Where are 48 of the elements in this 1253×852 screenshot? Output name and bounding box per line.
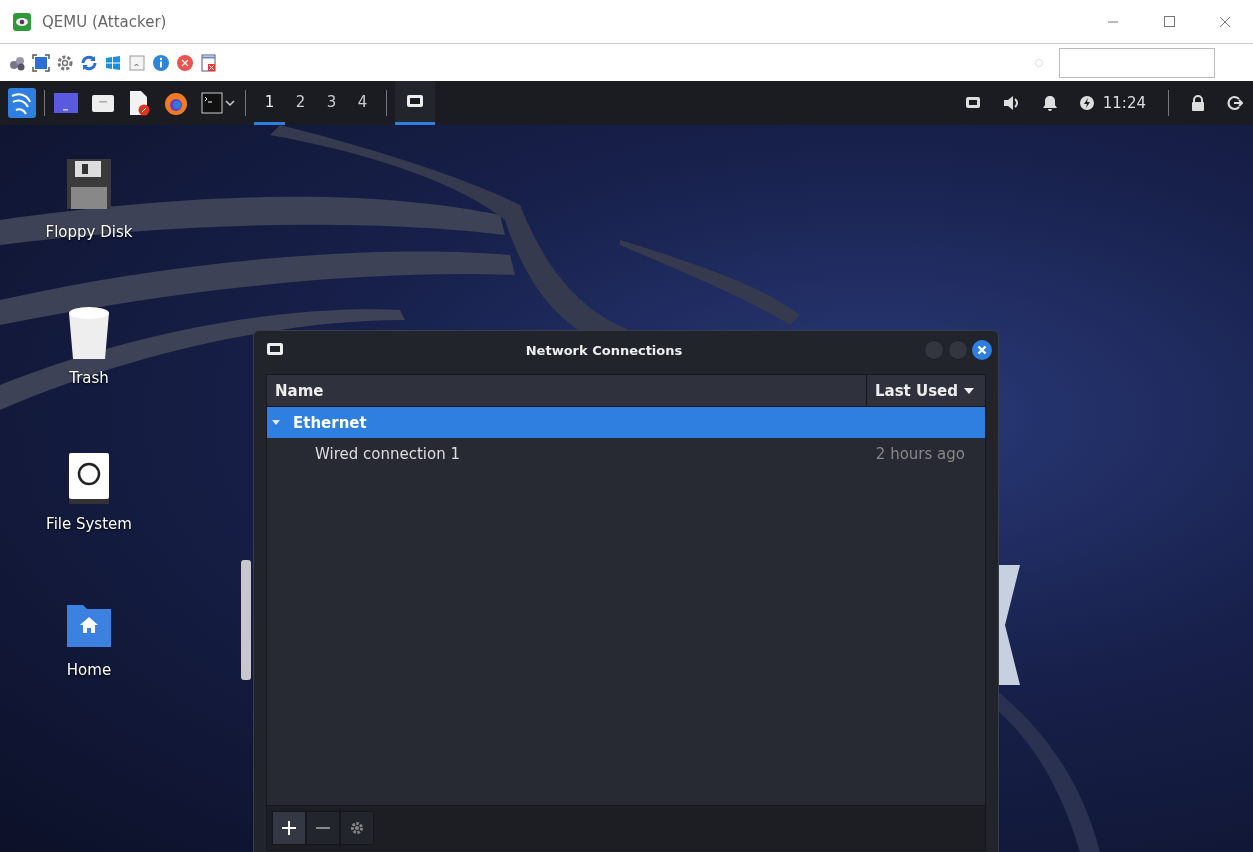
network-window-icon xyxy=(266,342,284,358)
terminal-icon[interactable] xyxy=(201,92,223,114)
remove-button[interactable] xyxy=(306,811,340,845)
clock[interactable]: 11:24 xyxy=(1102,94,1146,112)
qemu-app-icon xyxy=(12,11,32,32)
workspace-button[interactable]: 4 xyxy=(347,81,378,125)
connection-row[interactable]: Wired connection 1 2 hours ago xyxy=(267,438,985,469)
wired-network-icon[interactable] xyxy=(964,95,981,111)
logout-icon[interactable] xyxy=(1227,95,1243,111)
notification-bell-icon[interactable] xyxy=(1042,95,1057,111)
settings-icon[interactable] xyxy=(56,53,74,72)
plus-icon xyxy=(281,820,297,836)
workspace-button[interactable]: 2 xyxy=(285,81,316,125)
fullscreen-icon[interactable] xyxy=(32,53,50,72)
desktop-icon-label[interactable]: Home xyxy=(66,661,112,679)
info-icon[interactable] xyxy=(152,53,170,72)
volume-icon[interactable] xyxy=(1002,95,1021,111)
group-row[interactable]: Ethernet xyxy=(267,407,985,438)
window-button[interactable] xyxy=(395,81,435,125)
close-button[interactable] xyxy=(972,340,992,360)
close-icon[interactable] xyxy=(1219,15,1231,28)
add-button[interactable] xyxy=(272,811,306,845)
column-header[interactable]: Last Used xyxy=(867,375,985,406)
window-close-icon[interactable] xyxy=(200,53,218,72)
desktop-icon-label[interactable]: Trash xyxy=(69,369,109,387)
network-window-icon xyxy=(406,93,424,110)
window-title: QEMU (Attacker) xyxy=(42,12,168,31)
firefox-icon[interactable] xyxy=(163,90,189,116)
settings-button[interactable] xyxy=(340,811,374,845)
refresh-icon[interactable] xyxy=(80,53,98,72)
minus-icon xyxy=(316,827,330,829)
desktop-icon-label[interactable]: File System xyxy=(46,515,132,533)
connection-name: Wired connection 1 xyxy=(315,444,461,463)
workspace-button[interactable]: 3 xyxy=(316,81,347,125)
text-input-field[interactable] xyxy=(1059,47,1215,78)
document-edit-icon[interactable] xyxy=(127,90,151,116)
maximize-icon[interactable] xyxy=(1163,16,1175,27)
last-used-time: 2 hours ago xyxy=(875,444,965,463)
group-name: Ethernet xyxy=(292,413,367,432)
stop-icon[interactable] xyxy=(176,53,194,72)
desktop-icon[interactable] xyxy=(53,90,79,116)
lock-icon[interactable] xyxy=(1191,95,1205,111)
power-manager-icon[interactable] xyxy=(1078,95,1095,111)
column-header[interactable]: Name xyxy=(267,375,867,406)
desktop-icon-label[interactable]: Floppy Disk xyxy=(45,223,133,241)
gear-icon xyxy=(350,821,364,835)
windows-logo-icon[interactable] xyxy=(104,53,122,72)
dialog-title: Network Connections xyxy=(524,342,684,358)
